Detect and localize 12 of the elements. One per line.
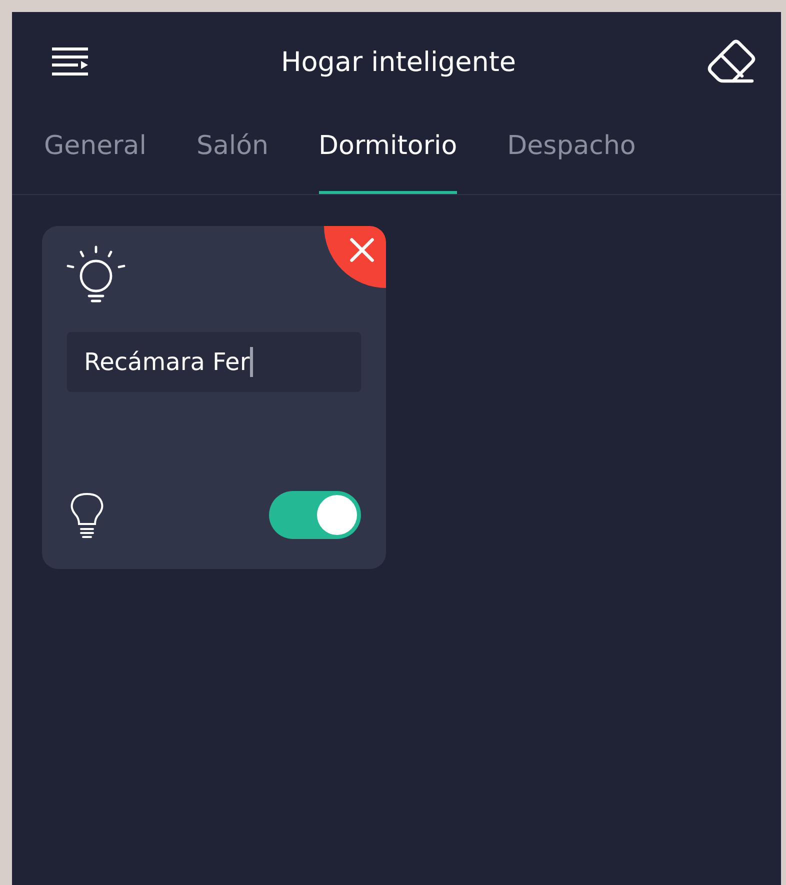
power-toggle[interactable]	[269, 491, 361, 539]
room-tab[interactable]: Despacho	[507, 112, 636, 194]
light-bulb-icon	[69, 492, 105, 538]
light-bulb-icon	[65, 244, 127, 304]
room-tab[interactable]: General	[44, 112, 146, 194]
menu-icon[interactable]	[50, 46, 90, 78]
room-tab[interactable]: Salón	[196, 112, 269, 194]
close-icon	[348, 236, 376, 264]
app-title: Hogar inteligente	[280, 46, 516, 78]
name-field[interactable]: Recámara Fer	[67, 332, 361, 392]
room-tab[interactable]: Dormitorio	[318, 112, 458, 194]
eraser-icon[interactable]	[706, 39, 757, 85]
